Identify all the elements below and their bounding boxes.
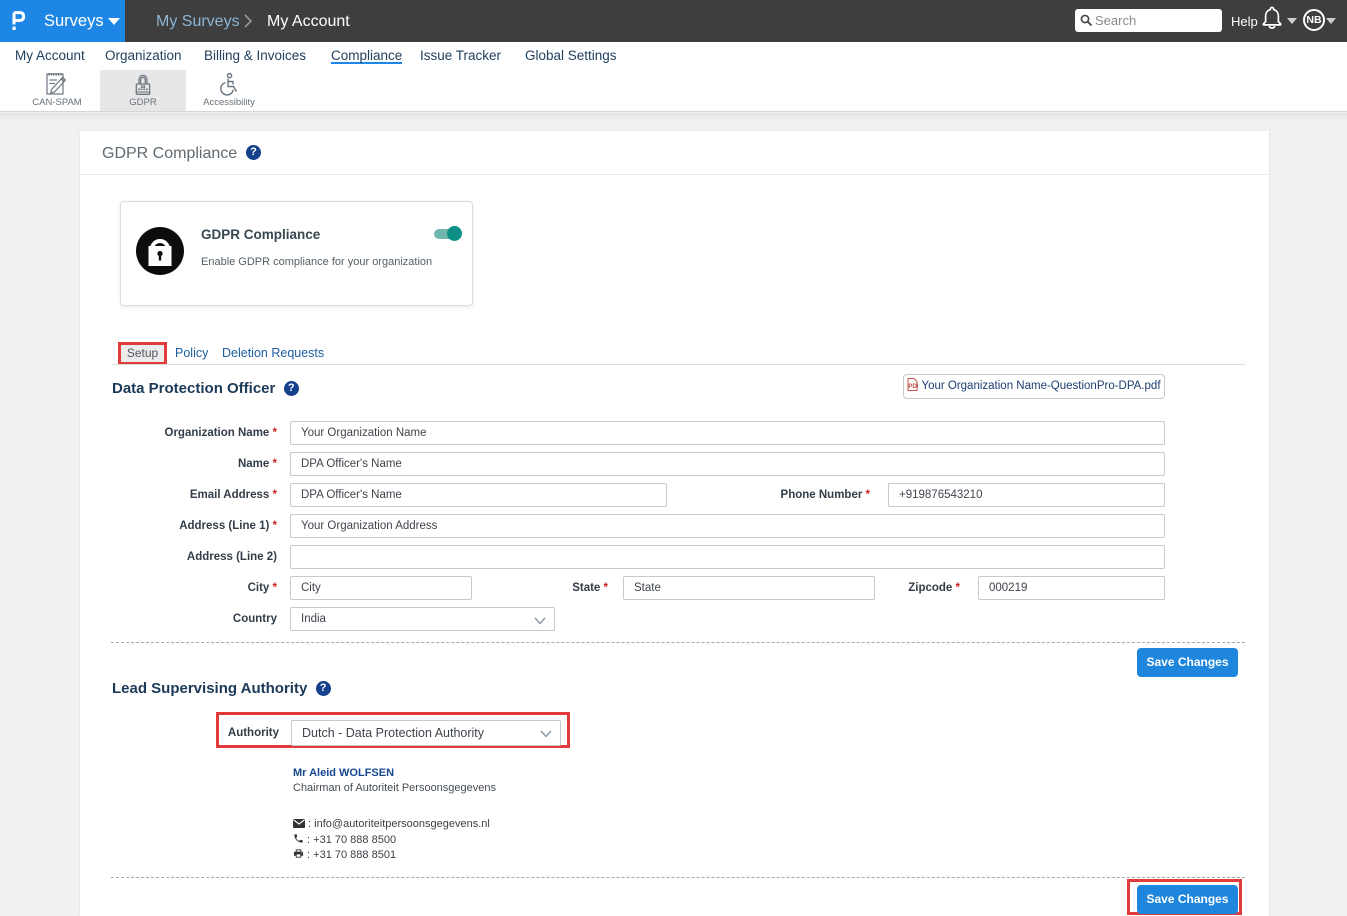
svg-text:PDF: PDF — [909, 384, 919, 390]
